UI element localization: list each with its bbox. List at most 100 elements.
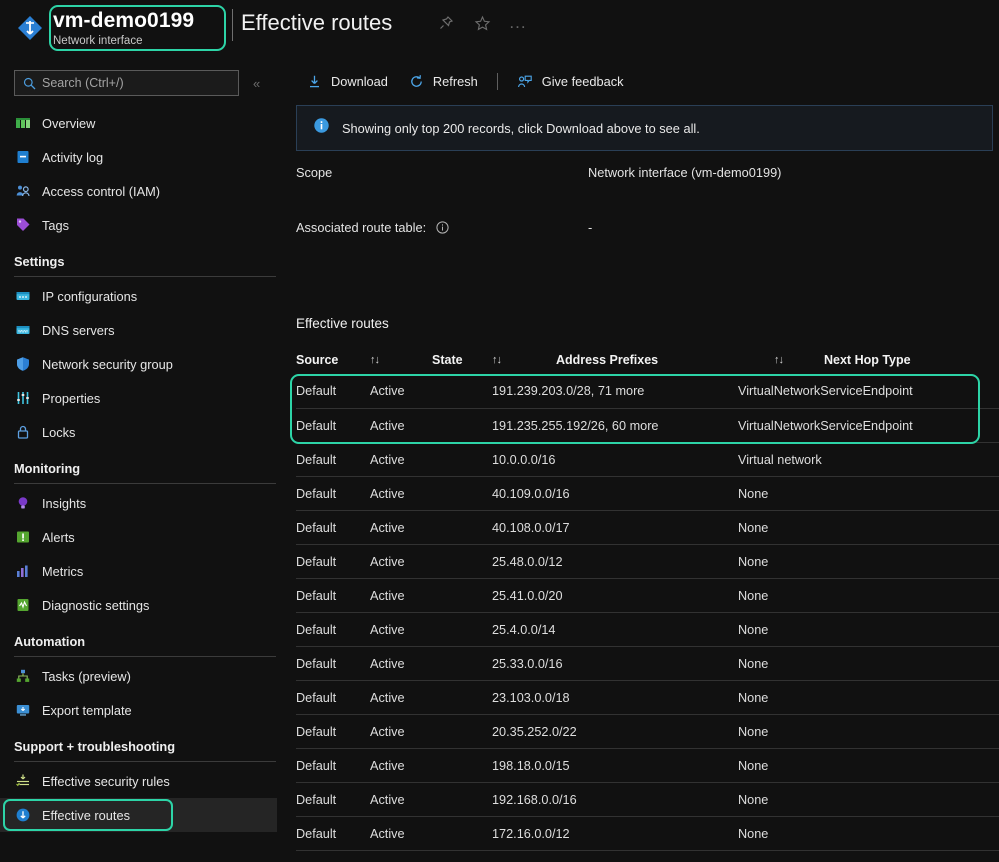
sidebar-item-alerts[interactable]: Alerts xyxy=(0,520,290,554)
table-row[interactable]: DefaultActive192.168.0.0/16None xyxy=(296,782,999,816)
sort-toggle-source-icon[interactable]: ↑↓ xyxy=(370,354,432,366)
give-feedback-button[interactable]: Give feedback xyxy=(507,69,634,94)
more-options-glyph: ... xyxy=(509,18,526,28)
sidebar: Search (Ctrl+/) « Overview xyxy=(0,58,290,862)
row-source: Default xyxy=(296,555,370,569)
dns-servers-icon: www xyxy=(14,322,31,339)
row-state: Active xyxy=(370,487,492,501)
sidebar-item-insights[interactable]: Insights xyxy=(0,486,290,520)
collapse-sidebar-icon[interactable]: « xyxy=(253,76,260,91)
svg-text:www: www xyxy=(18,329,28,334)
table-row[interactable]: DefaultActive191.239.203.0/28, 71 moreVi… xyxy=(296,374,999,408)
favorite-star-icon[interactable] xyxy=(471,12,493,34)
sidebar-item-label: Network security group xyxy=(42,357,173,372)
row-address-prefixes: 25.4.0.0/14 xyxy=(492,623,738,637)
more-options-icon[interactable]: ... xyxy=(507,12,529,34)
row-state: Active xyxy=(370,793,492,807)
sidebar-item-export-template[interactable]: Export template xyxy=(0,693,290,727)
refresh-icon xyxy=(408,73,425,90)
sort-toggle-state-icon[interactable]: ↑↓ xyxy=(492,354,556,366)
sort-glyph: ↑↓ xyxy=(774,354,783,366)
sidebar-item-dns-servers[interactable]: www DNS servers xyxy=(0,313,290,347)
sidebar-item-network-security-group[interactable]: Network security group xyxy=(0,347,290,381)
sidebar-item-overview[interactable]: Overview xyxy=(0,106,290,140)
row-source: Default xyxy=(296,453,370,467)
sidebar-item-locks[interactable]: Locks xyxy=(0,415,290,449)
sidebar-item-metrics[interactable]: Metrics xyxy=(0,554,290,588)
row-state: Active xyxy=(370,453,492,467)
row-source: Default xyxy=(296,657,370,671)
effective-security-rules-icon xyxy=(14,773,31,790)
sidebar-item-access-control[interactable]: Access control (IAM) xyxy=(0,174,290,208)
table-row[interactable]: DefaultActive10.0.0.0/16Virtual network xyxy=(296,442,999,476)
sidebar-item-label: Diagnostic settings xyxy=(42,598,149,613)
sidebar-group-monitoring: Monitoring xyxy=(0,449,290,479)
table-row[interactable]: DefaultActive20.35.252.0/22None xyxy=(296,714,999,748)
page-header: vm-demo0199 Network interface Effective … xyxy=(0,0,999,58)
sidebar-item-diagnostic-settings[interactable]: Diagnostic settings xyxy=(0,588,290,622)
sidebar-item-properties[interactable]: Properties xyxy=(0,381,290,415)
refresh-button[interactable]: Refresh xyxy=(398,69,488,94)
header-actions: ... xyxy=(435,12,529,34)
associated-route-table-label: Associated route table: xyxy=(296,220,449,237)
sidebar-item-activity-log[interactable]: Activity log xyxy=(0,140,290,174)
sidebar-item-label: Alerts xyxy=(42,530,75,545)
search-input[interactable]: Search (Ctrl+/) xyxy=(14,70,239,96)
sidebar-item-tasks[interactable]: Tasks (preview) xyxy=(0,659,290,693)
group-divider xyxy=(14,483,276,484)
row-state: Active xyxy=(370,759,492,773)
table-row[interactable]: DefaultActive25.33.0.0/16None xyxy=(296,646,999,680)
table-row[interactable]: DefaultActive191.235.255.192/26, 60 more… xyxy=(296,408,999,442)
row-address-prefixes: 40.108.0.0/17 xyxy=(492,521,738,535)
table-row[interactable]: DefaultActive23.103.0.0/18None xyxy=(296,680,999,714)
page-title: Effective routes xyxy=(241,6,392,40)
sidebar-item-label: Export template xyxy=(42,703,132,718)
table-row[interactable]: DefaultActive25.4.0.0/14None xyxy=(296,612,999,646)
row-state: Active xyxy=(370,725,492,739)
alerts-icon xyxy=(14,529,31,546)
command-toolbar: Download Refresh xyxy=(296,69,634,94)
sidebar-item-ip-configurations[interactable]: IP configurations xyxy=(0,279,290,313)
table-row[interactable]: DefaultActive25.41.0.0/20None xyxy=(296,578,999,612)
table-row[interactable]: DefaultActive25.48.0.0/12None xyxy=(296,544,999,578)
row-source: Default xyxy=(296,827,370,841)
sidebar-item-tags[interactable]: Tags xyxy=(0,208,290,242)
row-state: Active xyxy=(370,555,492,569)
sidebar-item-effective-routes[interactable]: Effective routes xyxy=(0,798,277,832)
download-button[interactable]: Download xyxy=(296,69,398,94)
row-state: Active xyxy=(370,589,492,603)
column-header-address-prefixes[interactable]: Address Prefixes xyxy=(556,353,774,367)
table-row[interactable]: DefaultActive40.109.0.0/16None xyxy=(296,476,999,510)
table-row[interactable]: DefaultActive40.108.0.0/17None xyxy=(296,510,999,544)
row-state: Active xyxy=(370,419,492,433)
sidebar-item-label: Effective security rules xyxy=(42,774,170,789)
toolbar-divider xyxy=(497,73,498,90)
row-state: Active xyxy=(370,623,492,637)
table-row[interactable]: DefaultActive198.18.0.0/15None xyxy=(296,748,999,782)
table-row[interactable]: DefaultActive172.16.0.0/12None xyxy=(296,816,999,850)
info-circle-icon[interactable] xyxy=(436,221,449,237)
column-header-state[interactable]: State xyxy=(432,353,492,367)
column-header-next-hop-type[interactable]: Next Hop Type xyxy=(824,353,999,367)
title-separator xyxy=(232,9,233,41)
diagnostic-settings-icon xyxy=(14,597,31,614)
pin-icon[interactable] xyxy=(435,12,457,34)
row-address-prefixes: 172.16.0.0/12 xyxy=(492,827,738,841)
row-source: Default xyxy=(296,419,370,433)
access-control-people-icon xyxy=(14,183,31,200)
sidebar-item-label: Effective routes xyxy=(42,808,130,823)
table-row[interactable]: DefaultActive157.59.0.0/16None xyxy=(296,850,999,862)
sidebar-item-label: Insights xyxy=(42,496,86,511)
sidebar-item-label: Metrics xyxy=(42,564,83,579)
row-next-hop-type: None xyxy=(738,623,968,637)
row-next-hop-type: None xyxy=(738,759,968,773)
column-header-source[interactable]: Source xyxy=(296,353,370,367)
sidebar-item-effective-security-rules[interactable]: Effective security rules xyxy=(0,764,290,798)
sidebar-group-automation: Automation xyxy=(0,622,290,652)
scope-value: Network interface (vm-demo0199) xyxy=(588,165,781,180)
row-source: Default xyxy=(296,589,370,603)
sidebar-item-label: Tasks (preview) xyxy=(42,669,131,684)
sort-toggle-address-icon[interactable]: ↑↓ xyxy=(774,354,824,366)
activity-log-icon xyxy=(14,149,31,166)
row-address-prefixes: 40.109.0.0/16 xyxy=(492,487,738,501)
